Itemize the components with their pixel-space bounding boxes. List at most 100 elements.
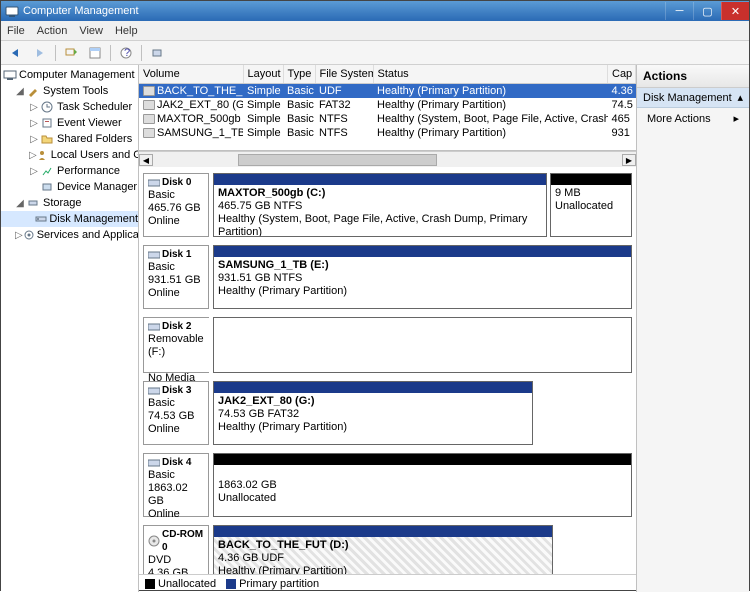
tree-device-manager[interactable]: Device Manager xyxy=(1,179,138,195)
expand-icon[interactable]: ▷ xyxy=(29,134,39,145)
disk-row-0[interactable]: Disk 0 Basic465.76 GBOnline MAXTOR_500gb… xyxy=(143,173,632,237)
disk-info: CD-ROM 0 DVD4.36 GBOnline xyxy=(143,525,209,574)
help-button[interactable]: ? xyxy=(115,43,137,63)
legend-primary-swatch xyxy=(226,579,236,589)
partition-stripe xyxy=(214,526,552,537)
computer-icon xyxy=(3,68,17,82)
disk-icon xyxy=(148,458,160,468)
tree-disk-management[interactable]: Disk Management xyxy=(1,211,138,227)
collapse-icon[interactable]: ◢ xyxy=(15,198,25,209)
main-content: Computer Management (Local ◢System Tools… xyxy=(1,65,749,592)
disk-row-2[interactable]: Disk 2 Removable (F:)No Media xyxy=(143,317,632,373)
legend-unallocated-swatch xyxy=(145,579,155,589)
actions-context[interactable]: Disk Management▴ xyxy=(637,88,749,108)
disk-icon xyxy=(148,322,160,332)
minimize-button[interactable]: ─ xyxy=(665,2,693,20)
volume-row[interactable]: JAK2_EXT_80 (G:)SimpleBasicFAT32Healthy … xyxy=(139,98,636,112)
col-capacity[interactable]: Cap xyxy=(608,65,636,83)
disk-info: Disk 4 Basic1863.02 GBOnline xyxy=(143,453,209,517)
expand-icon[interactable]: ▷ xyxy=(15,230,23,241)
volume-row[interactable]: BACK_TO_THE_FUT (D:)SimpleBasicUDFHealth… xyxy=(139,83,636,98)
disk-icon xyxy=(148,386,160,396)
tree-shared-folders[interactable]: ▷Shared Folders xyxy=(1,131,138,147)
partition-c[interactable]: MAXTOR_500gb (C:)465.75 GB NTFSHealthy (… xyxy=(213,173,547,237)
col-filesystem[interactable]: File System xyxy=(315,65,373,83)
disk-graphic-view[interactable]: Disk 0 Basic465.76 GBOnline MAXTOR_500gb… xyxy=(139,167,636,574)
col-type[interactable]: Type xyxy=(283,65,315,83)
disk-row-3[interactable]: Disk 3 Basic74.53 GBOnline JAK2_EXT_80 (… xyxy=(143,381,632,445)
cdrom-icon xyxy=(148,535,160,547)
menu-action[interactable]: Action xyxy=(37,25,68,37)
perf-icon xyxy=(39,164,55,178)
tree-system-tools[interactable]: ◢System Tools xyxy=(1,83,138,99)
volume-row[interactable]: MAXTOR_500gb (C:)SimpleBasicNTFSHealthy … xyxy=(139,112,636,126)
maximize-button[interactable]: ▢ xyxy=(693,2,721,20)
center-pane: Volume Layout Type File System Status Ca… xyxy=(139,65,637,592)
menu-view[interactable]: View xyxy=(79,25,103,37)
expand-icon[interactable]: ▷ xyxy=(29,166,39,177)
col-volume[interactable]: Volume xyxy=(139,65,243,83)
tree-performance[interactable]: ▷Performance xyxy=(1,163,138,179)
properties-button[interactable] xyxy=(84,43,106,63)
disk-icon xyxy=(35,212,47,226)
close-button[interactable]: ✕ xyxy=(721,2,749,20)
navigation-tree[interactable]: Computer Management (Local ◢System Tools… xyxy=(1,65,139,592)
col-layout[interactable]: Layout xyxy=(243,65,283,83)
tree-task-scheduler[interactable]: ▷Task Scheduler xyxy=(1,99,138,115)
expand-icon[interactable]: ▷ xyxy=(29,102,39,113)
partition-unallocated[interactable]: 9 MBUnallocated xyxy=(550,173,632,237)
scroll-right-icon[interactable]: ▶ xyxy=(622,154,636,166)
disk-icon xyxy=(148,178,160,188)
volume-icon xyxy=(143,114,155,124)
expand-icon[interactable]: ▷ xyxy=(29,118,39,129)
tree-event-viewer[interactable]: ▷Event Viewer xyxy=(1,115,138,131)
disk-row-4[interactable]: Disk 4 Basic1863.02 GBOnline 1863.02 GBU… xyxy=(143,453,632,517)
disk-row-1[interactable]: Disk 1 Basic931.51 GBOnline SAMSUNG_1_TB… xyxy=(143,245,632,309)
toolbar-divider xyxy=(110,45,111,61)
disk-row-cdrom[interactable]: CD-ROM 0 DVD4.36 GBOnline BACK_TO_THE_FU… xyxy=(143,525,632,574)
tree-local-users[interactable]: ▷Local Users and Groups xyxy=(1,147,138,163)
tree-services[interactable]: ▷Services and Applications xyxy=(1,227,138,243)
title-bar: Computer Management ─ ▢ ✕ xyxy=(1,1,749,21)
volume-icon xyxy=(143,128,155,138)
actions-pane: Actions Disk Management▴ More Actions▸ xyxy=(637,65,749,592)
partition-stripe xyxy=(214,246,631,257)
menu-help[interactable]: Help xyxy=(115,25,138,37)
more-actions[interactable]: More Actions▸ xyxy=(637,108,749,129)
expand-icon[interactable]: ▷ xyxy=(29,150,37,161)
forward-button[interactable] xyxy=(29,43,51,63)
partition-stripe xyxy=(214,382,532,393)
partition-stripe xyxy=(214,454,631,465)
partition-unallocated[interactable]: 1863.02 GBUnallocated xyxy=(213,453,632,517)
storage-icon xyxy=(25,196,41,210)
users-icon xyxy=(37,148,49,162)
scroll-thumb[interactable] xyxy=(238,154,437,166)
clock-icon xyxy=(39,100,55,114)
volume-list[interactable]: Volume Layout Type File System Status Ca… xyxy=(139,65,636,151)
menu-file[interactable]: File xyxy=(7,25,25,37)
partition-stripe xyxy=(214,174,546,185)
collapse-icon[interactable]: ◢ xyxy=(15,86,25,97)
disk-info: Disk 3 Basic74.53 GBOnline xyxy=(143,381,209,445)
back-button[interactable] xyxy=(5,43,27,63)
disk-info: Disk 1 Basic931.51 GBOnline xyxy=(143,245,209,309)
tree-storage[interactable]: ◢Storage xyxy=(1,195,138,211)
volume-row[interactable]: SAMSUNG_1_TB (E:)SimpleBasicNTFSHealthy … xyxy=(139,126,636,140)
partition-d[interactable]: BACK_TO_THE_FUT (D:)4.36 GB UDFHealthy (… xyxy=(213,525,553,574)
legend: Unallocated Primary partition xyxy=(139,574,636,592)
chevron-up-icon: ▴ xyxy=(737,91,743,104)
partition-e[interactable]: SAMSUNG_1_TB (E:)931.51 GB NTFSHealthy (… xyxy=(213,245,632,309)
volume-list-scrollbar[interactable]: ◀ ▶ xyxy=(139,151,636,167)
toolbar-divider xyxy=(55,45,56,61)
col-status[interactable]: Status xyxy=(373,65,608,83)
scroll-left-icon[interactable]: ◀ xyxy=(139,154,153,166)
folder-icon xyxy=(39,132,55,146)
disk-info: Disk 0 Basic465.76 GBOnline xyxy=(143,173,209,237)
disk-icon xyxy=(148,250,160,260)
partition-g[interactable]: JAK2_EXT_80 (G:)74.53 GB FAT32Healthy (P… xyxy=(213,381,533,445)
refresh-button[interactable] xyxy=(60,43,82,63)
partition-empty[interactable] xyxy=(213,317,632,373)
settings-button[interactable] xyxy=(146,43,168,63)
window-title: Computer Management xyxy=(23,5,139,17)
tree-root[interactable]: Computer Management (Local xyxy=(1,67,138,83)
